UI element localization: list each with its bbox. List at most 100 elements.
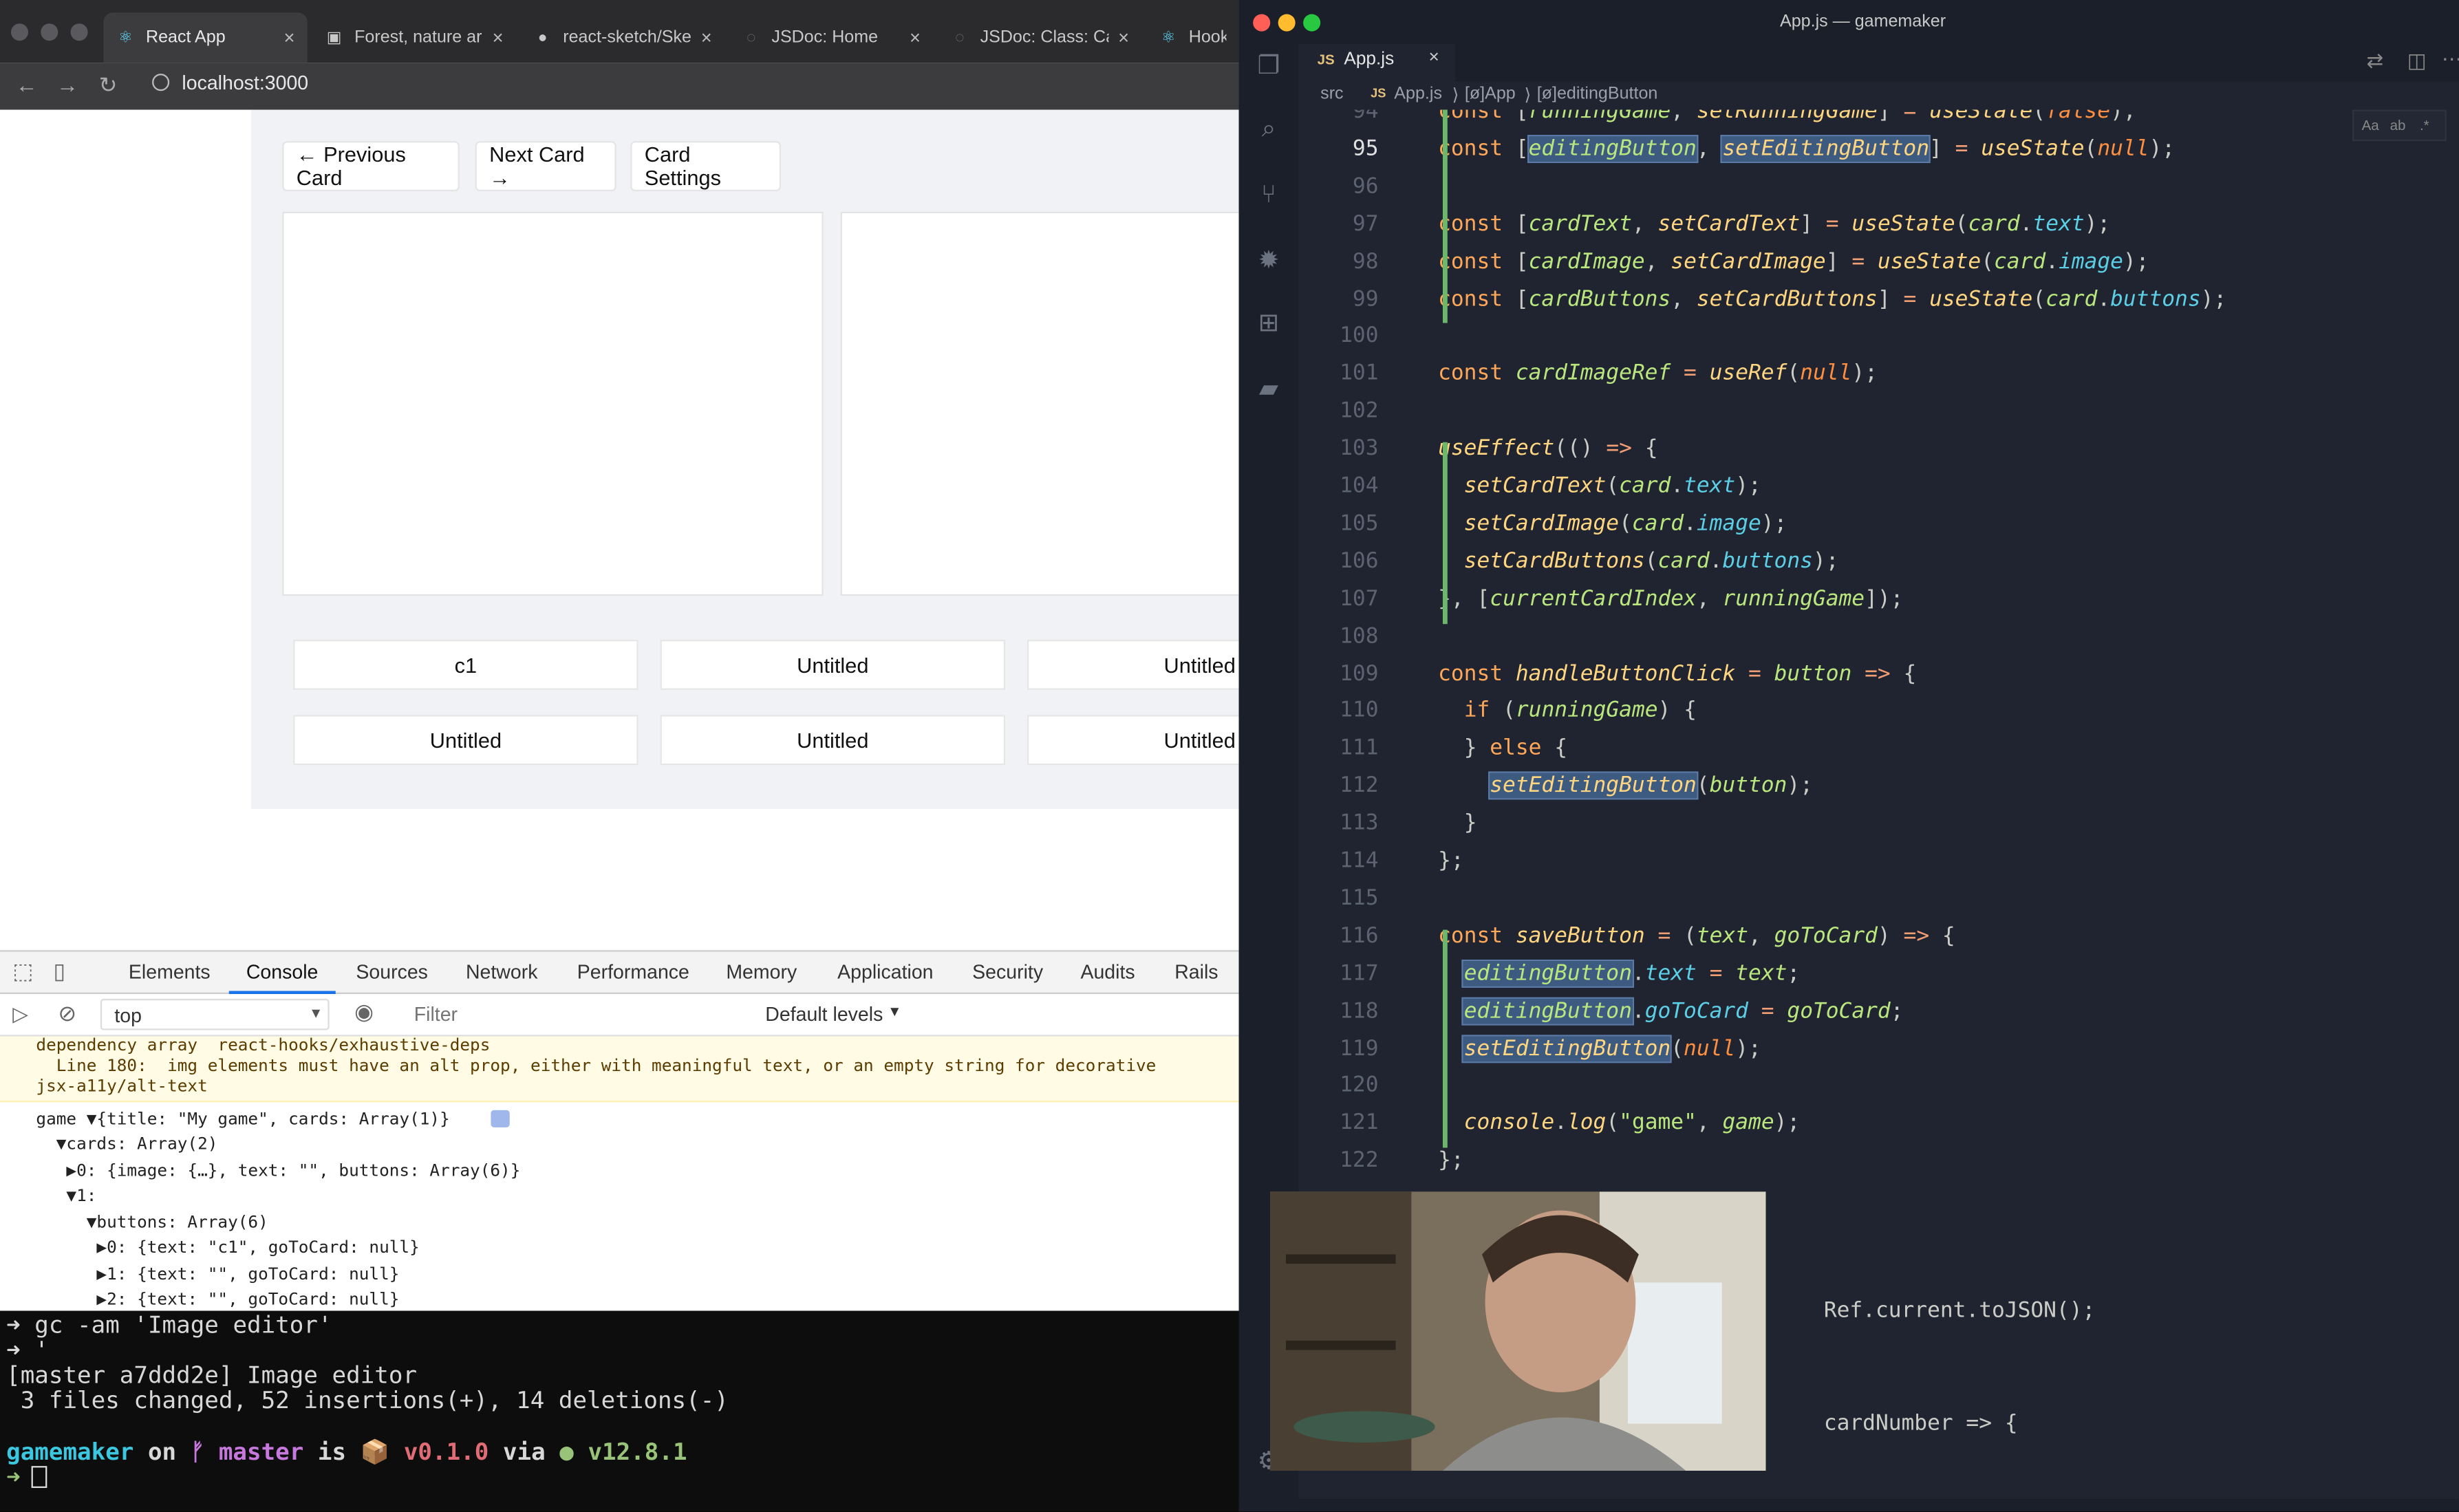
code-line[interactable]: } (1438, 811, 1477, 836)
forward-arrow-icon[interactable]: → (56, 72, 78, 97)
log-line[interactable]: ▼buttons: Array(6) (36, 1212, 268, 1233)
log-line[interactable]: ▶2: {text: "", goToCard: null} (36, 1289, 399, 1310)
log-line[interactable]: ▼1: (36, 1185, 96, 1206)
close-dot[interactable] (1253, 14, 1271, 32)
info-icon[interactable] (152, 74, 170, 91)
code-line[interactable]: }; (1438, 848, 1464, 873)
previous-card-button[interactable]: ← Previous Card (282, 141, 460, 192)
code-line[interactable]: const cardImageRef = useRef(null); (1438, 361, 1878, 386)
code-line[interactable]: setEditingButton(button); (1438, 771, 1813, 800)
tab-memory[interactable]: Memory (726, 961, 797, 983)
code-line[interactable]: }, [currentCardIndex, runningGame]); (1438, 586, 1903, 611)
code-line[interactable]: editingButton.text = text; (1438, 959, 1800, 988)
device-toolbar-icon[interactable]: ▯ (53, 958, 65, 985)
browser-tab-hooks[interactable]: ⚛ Hooks (1146, 12, 1238, 63)
code-line[interactable]: setEditingButton(null); (1438, 1034, 1761, 1063)
debug-icon[interactable]: ✹ (1254, 248, 1282, 276)
card-choice-button[interactable]: c1 (293, 639, 638, 690)
tab-console[interactable]: Console (246, 961, 319, 983)
breadcrumb-item[interactable]: src (1320, 85, 1343, 103)
search-icon[interactable]: ⌕ (1254, 116, 1282, 144)
tab-rails[interactable]: Rails (1174, 961, 1218, 983)
eye-icon[interactable]: ◉ (354, 999, 374, 1026)
log-line[interactable]: ▶0: {image: {…}, text: "", buttons: Arra… (36, 1160, 520, 1181)
card-choice-button[interactable]: Untitled (293, 715, 638, 766)
code-line[interactable]: useEffect(() => { (1438, 436, 1657, 461)
window-zoom-dot[interactable] (70, 23, 88, 41)
tab-close-icon[interactable]: × (284, 27, 295, 49)
terminal[interactable]: ➜ gc -am 'Image editor' ➜ ' [master a7dd… (0, 1310, 1239, 1512)
minimize-dot[interactable] (1278, 14, 1296, 32)
card-settings-button[interactable]: Card Settings (630, 141, 782, 192)
log-line[interactable]: ▶0: {text: "c1", goToCard: null} (36, 1237, 419, 1257)
log-line[interactable]: ▼cards: Array(2) (36, 1134, 218, 1154)
card-image-canvas[interactable] (282, 211, 824, 596)
next-card-button[interactable]: Next Card → (475, 141, 616, 192)
whole-word-icon[interactable]: ab (2390, 118, 2406, 133)
window-close-dot[interactable] (10, 23, 29, 41)
console-filter-input[interactable] (401, 998, 747, 1030)
code-line[interactable]: editingButton.goToCard = goToCard; (1438, 996, 1904, 1025)
code-line[interactable]: Ref.current.toJSON(); (1824, 1298, 2095, 1323)
more-actions-icon[interactable]: ⋯ (2442, 47, 2459, 72)
tab-performance[interactable]: Performance (577, 961, 689, 983)
find-widget[interactable]: Aa ab .* (2352, 109, 2447, 142)
code-line[interactable]: setCardImage(card.image); (1438, 511, 1787, 536)
tab-audits[interactable]: Audits (1080, 961, 1135, 983)
match-case-icon[interactable]: Aa (2362, 118, 2379, 133)
regex-icon[interactable]: .* (2420, 118, 2429, 133)
breadcrumb-item[interactable]: App.js (1394, 85, 1442, 103)
back-arrow-icon[interactable]: ← (16, 72, 38, 97)
source-control-icon[interactable]: ⑂ (1254, 182, 1282, 210)
code-line[interactable]: const [runningGame, setRunningGame] = us… (1438, 110, 2136, 125)
code-line[interactable]: const saveButton = (text, goToCard) => { (1438, 923, 1955, 948)
card-choice-button[interactable]: Untitled (660, 715, 1006, 766)
browser-tab-jsdoc-class[interactable]: ◌ JSDoc: Class: Ca × (938, 12, 1141, 63)
clear-console-icon[interactable]: ⊘ (58, 1000, 76, 1027)
compare-icon[interactable]: ⇄ (2366, 49, 2383, 74)
tab-elements[interactable]: Elements (129, 961, 211, 983)
log-levels-dropdown[interactable]: Default levels (765, 1004, 883, 1026)
code-line[interactable]: const handleButtonClick = button => { (1438, 661, 1916, 686)
docker-icon[interactable]: ▰ (1254, 376, 1282, 404)
extensions-icon[interactable]: ⊞ (1254, 310, 1282, 338)
tab-security[interactable]: Security (972, 961, 1043, 983)
files-icon[interactable]: ❐ (1254, 53, 1282, 81)
card-choice-button[interactable]: Untitled (1027, 639, 1239, 690)
code-line[interactable]: const [cardButtons, setCardButtons] = us… (1438, 286, 2226, 311)
terminal-input-line[interactable]: ➜ (6, 1463, 34, 1491)
context-selector[interactable]: top ▼ (100, 998, 330, 1030)
tab-close-icon[interactable]: × (1118, 27, 1129, 49)
code-line[interactable]: } else { (1438, 736, 1567, 761)
card-text-panel[interactable] (840, 211, 1239, 596)
tab-sources[interactable]: Sources (356, 961, 428, 983)
reload-icon[interactable]: ↻ (99, 72, 118, 99)
code-line[interactable]: const [cardText, setCardText] = useState… (1438, 211, 2110, 236)
code-line[interactable]: }; (1438, 1148, 1464, 1173)
tab-application[interactable]: Application (837, 961, 933, 983)
window-minimize-dot[interactable] (41, 23, 58, 41)
tab-close-icon[interactable]: × (910, 27, 921, 49)
code-line[interactable]: const [editingButton, setEditingButton] … (1438, 134, 2175, 163)
code-line[interactable]: console.log("game", game); (1438, 1110, 1801, 1135)
card-choice-button[interactable]: Untitled (1027, 715, 1239, 766)
code-line[interactable]: setCardText(card.text); (1438, 473, 1761, 498)
zoom-dot[interactable] (1303, 14, 1321, 32)
code-line[interactable]: setCardButtons(card.buttons); (1438, 548, 1839, 573)
browser-tab-react-app[interactable]: ⚛ React App × (103, 12, 308, 63)
tab-network[interactable]: Network (466, 961, 537, 983)
sidebar-toggle-icon[interactable]: ▷ (12, 1002, 28, 1026)
tab-close-icon[interactable]: × (493, 27, 504, 49)
split-editor-icon[interactable]: ◫ (2407, 49, 2427, 74)
breadcrumb-item[interactable]: [ø]App (1465, 85, 1516, 103)
tab-close-icon[interactable]: × (701, 27, 712, 49)
browser-tab-jsdoc-home[interactable]: ◌ JSDoc: Home × (729, 12, 933, 63)
browser-tab-forest[interactable]: ▣ Forest, nature ar × (312, 12, 516, 63)
card-choice-button[interactable]: Untitled (660, 639, 1006, 690)
close-icon[interactable]: × (1428, 49, 1439, 67)
log-line[interactable]: game ▼{title: "My game", cards: Array(1)… (36, 1108, 449, 1129)
code-line[interactable]: const [cardImage, setCardImage] = useSta… (1438, 248, 2149, 273)
log-line[interactable]: ▶1: {text: "", goToCard: null} (36, 1264, 399, 1284)
browser-tab-react-sketch[interactable]: ● react-sketch/Ske × (521, 12, 724, 63)
breadcrumb-item[interactable]: [ø]editingButton (1537, 85, 1658, 103)
